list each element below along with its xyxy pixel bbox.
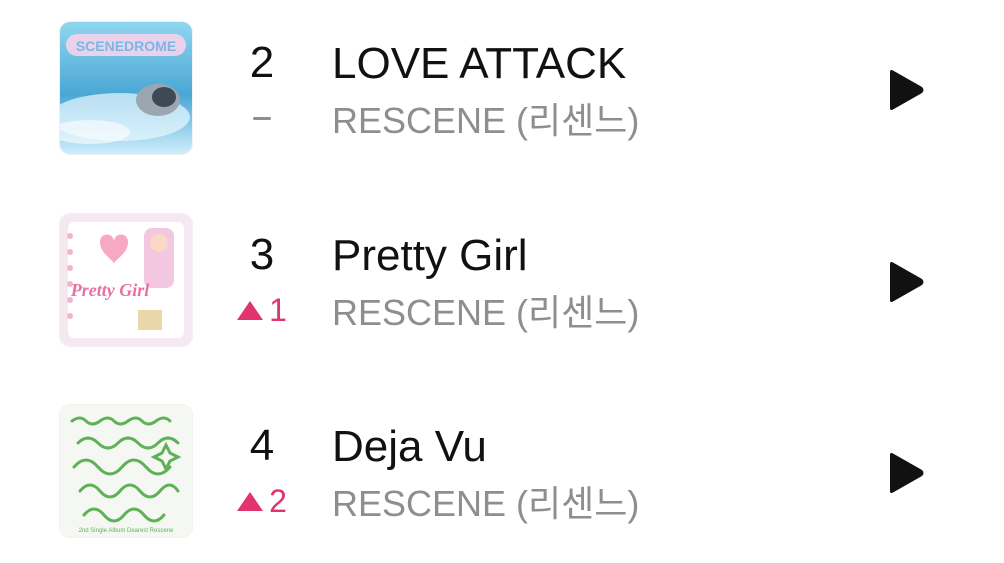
album-art-pretty-girl: Pretty Girl: [60, 214, 192, 346]
dash-icon: [253, 116, 271, 120]
cover-text: Pretty Girl: [70, 280, 150, 300]
album-art[interactable]: SCENEDROME: [60, 22, 192, 154]
play-button[interactable]: [880, 258, 928, 306]
up-arrow-icon: [237, 491, 264, 511]
rank-number: 4: [249, 421, 275, 470]
album-art-dearest: 2nd Single Album Dearest Rescene: [60, 405, 192, 537]
play-icon: [890, 453, 924, 493]
song-title[interactable]: Deja Vu: [332, 421, 487, 473]
rank-change: 1: [222, 290, 302, 330]
play-button[interactable]: [880, 449, 928, 497]
chart-row[interactable]: Pretty Girl 3 1 Pretty Girl RESCENE (리센느…: [0, 214, 1004, 354]
album-art[interactable]: Pretty Girl: [60, 214, 192, 346]
play-icon: [890, 262, 924, 302]
rank-number: 2: [249, 38, 275, 87]
rank-change: 2: [222, 481, 302, 521]
play-icon: [890, 70, 924, 110]
song-title[interactable]: Pretty Girl: [332, 230, 528, 282]
cover-text: SCENEDROME: [76, 38, 176, 54]
chart-row[interactable]: 2nd Single Album Dearest Rescene 4 2 Dej…: [0, 405, 1004, 545]
song-artist[interactable]: RESCENE (리센느): [332, 99, 639, 143]
cover-text: 2nd Single Album Dearest Rescene: [79, 528, 174, 534]
chart-list: SCENEDROME 2 LOVE ATTACK RESCENE (리센느) P…: [0, 0, 1004, 563]
album-art-scenedrome: SCENEDROME: [60, 22, 192, 154]
up-arrow-icon: [237, 300, 264, 320]
chart-row[interactable]: SCENEDROME 2 LOVE ATTACK RESCENE (리센느): [0, 22, 1004, 162]
rank-change-value: 2: [269, 483, 287, 519]
rank-change: [222, 98, 302, 138]
rank-change-value: 1: [269, 292, 287, 328]
play-button[interactable]: [880, 66, 928, 114]
song-title[interactable]: LOVE ATTACK: [332, 38, 626, 90]
song-artist[interactable]: RESCENE (리센느): [332, 291, 639, 335]
rank-number: 3: [249, 230, 275, 279]
song-artist[interactable]: RESCENE (리센느): [332, 482, 639, 526]
album-art[interactable]: 2nd Single Album Dearest Rescene: [60, 405, 192, 537]
